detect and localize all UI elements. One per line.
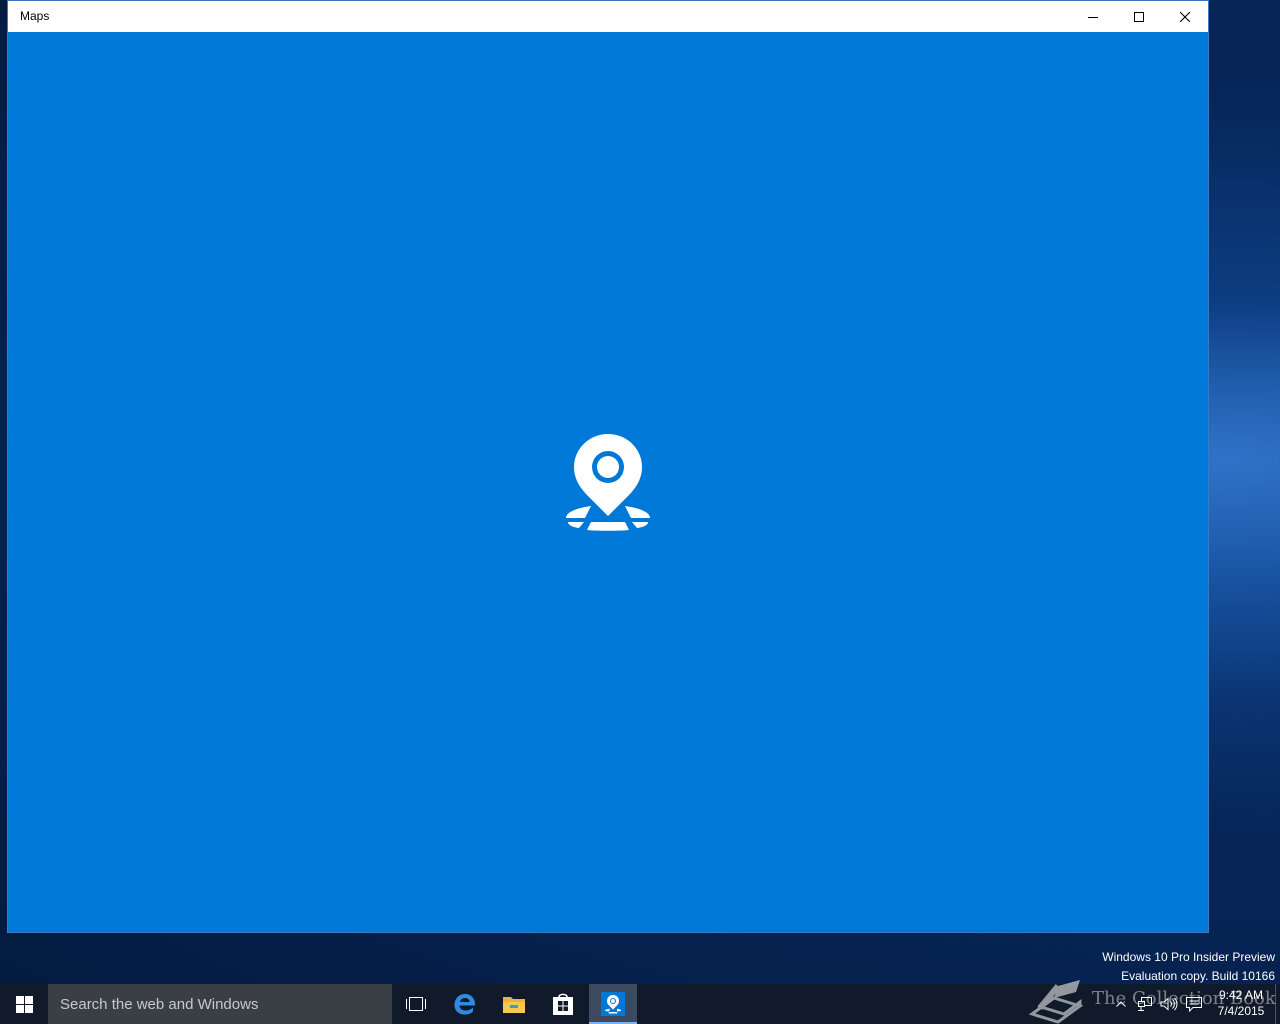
file-explorer-button[interactable] (490, 984, 538, 1024)
store-icon (553, 993, 573, 1015)
search-placeholder: Search the web and Windows (60, 995, 259, 1013)
task-view-button[interactable] (392, 984, 440, 1024)
minimize-icon (1088, 16, 1098, 18)
folder-icon (503, 997, 525, 1013)
maximize-icon (1134, 11, 1144, 22)
book-logo-icon (1028, 980, 1084, 1024)
desktop-wallpaper-glow (1209, 300, 1280, 700)
evaluation-watermark: Windows 10 Pro Insider Preview Evaluatio… (1102, 948, 1275, 986)
windows-logo-icon (15, 995, 33, 1013)
maps-window: Maps (7, 0, 1209, 933)
close-button[interactable] (1162, 1, 1208, 32)
search-input[interactable]: Search the web and Windows (48, 984, 392, 1024)
taskbar: Search the web and Windows 9:42 AM 7/4/2… (0, 984, 1280, 1024)
store-button[interactable] (539, 984, 587, 1024)
title-bar[interactable]: Maps (8, 1, 1208, 32)
maximize-button[interactable] (1116, 1, 1162, 32)
edge-icon (454, 994, 476, 1015)
edge-button[interactable] (441, 984, 489, 1024)
maps-pin-icon (566, 434, 650, 531)
minimize-button[interactable] (1070, 1, 1116, 32)
maps-taskbar-button[interactable] (589, 984, 637, 1024)
watermark-line-1: Windows 10 Pro Insider Preview (1102, 950, 1275, 964)
start-button[interactable] (0, 984, 48, 1024)
close-icon (1180, 11, 1190, 22)
splash-screen (8, 32, 1208, 932)
maps-pin-icon (601, 992, 625, 1016)
task-view-icon (406, 997, 426, 1011)
collection-book-watermark: The Collection Book (1092, 988, 1276, 1009)
window-title: Maps (20, 9, 50, 23)
